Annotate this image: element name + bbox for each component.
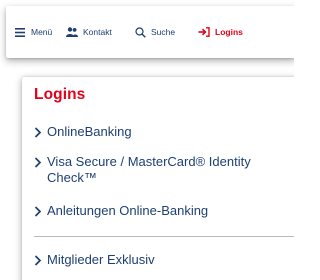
chevron-right-icon <box>34 252 46 268</box>
dropdown-title: Logins <box>34 86 86 103</box>
chevron-right-icon <box>34 203 46 219</box>
search-icon <box>134 26 146 38</box>
chevron-right-icon <box>34 154 46 170</box>
nav-menu-button[interactable]: Menü <box>14 25 52 39</box>
link-label: OnlineBanking <box>47 124 132 139</box>
nav-menu-label: Menü <box>31 27 53 37</box>
link-label: Anleitungen Online-Banking <box>47 203 209 218</box>
people-icon <box>66 26 78 38</box>
logins-dropdown: Logins OnlineBanking Visa Secure / Maste… <box>22 77 294 280</box>
link-visa-secure[interactable]: Visa Secure / MasterCard® Identity Check… <box>34 154 277 186</box>
link-mitglieder-exklusiv[interactable]: Mitglieder Exklusiv <box>34 252 277 268</box>
link-onlinebanking[interactable]: OnlineBanking <box>34 124 277 140</box>
divider <box>34 236 294 237</box>
hamburger-icon <box>14 26 26 38</box>
nav-suche-label: Suche <box>151 27 176 37</box>
nav-suche-button[interactable]: Suche <box>134 25 175 39</box>
top-nav-bar: Menü Kontakt Suche Logins <box>6 6 294 58</box>
link-label: Visa Secure / MasterCard® Identity Check… <box>47 154 251 185</box>
nav-kontakt-label: Kontakt <box>83 27 112 37</box>
page: Menü Kontakt Suche Logins Logins OnlineB… <box>0 0 294 280</box>
login-arrow-icon <box>198 26 210 38</box>
nav-logins-button[interactable]: Logins <box>198 25 243 39</box>
link-anleitungen[interactable]: Anleitungen Online-Banking <box>34 203 277 219</box>
nav-kontakt-button[interactable]: Kontakt <box>66 25 112 39</box>
nav-logins-label: Logins <box>215 27 243 37</box>
chevron-right-icon <box>34 124 46 140</box>
link-label: Mitglieder Exklusiv <box>47 252 155 267</box>
